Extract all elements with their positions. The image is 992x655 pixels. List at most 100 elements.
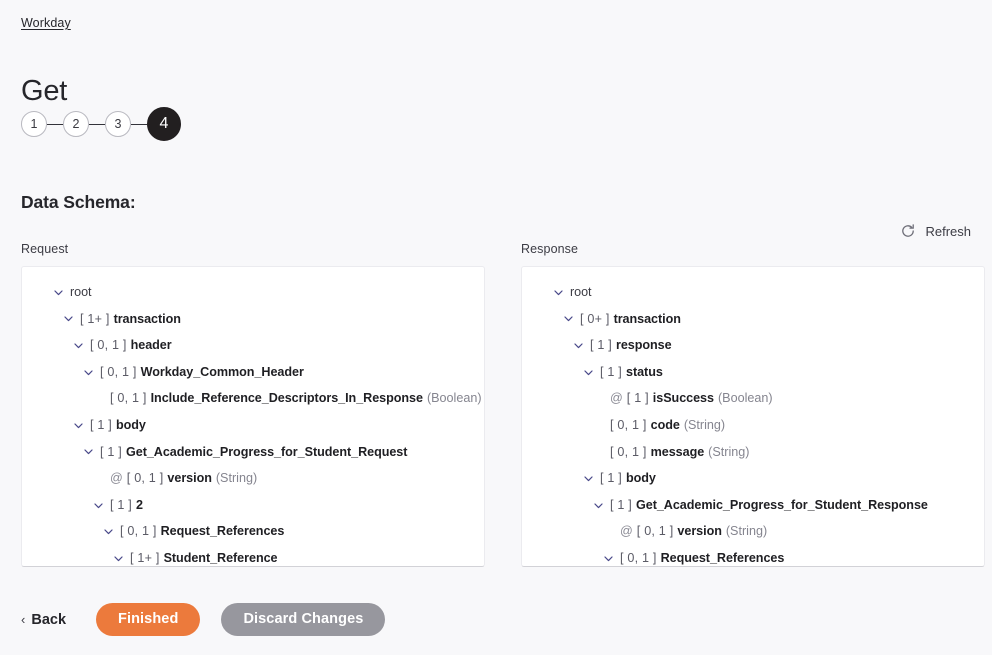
node-cardinality: [ 0, 1 ] xyxy=(610,444,647,459)
chevron-down-icon[interactable] xyxy=(112,552,125,565)
node-name: transaction xyxy=(113,311,181,326)
attribute-marker-icon: @ xyxy=(610,391,623,406)
node-cardinality: [ 1 ] xyxy=(610,497,632,512)
panel-request: Request root[ 1+ ] transaction[ 0, 1 ] head… xyxy=(21,242,485,567)
chevron-down-icon[interactable] xyxy=(92,499,105,512)
step-3[interactable]: 3 xyxy=(105,111,131,137)
node-name: 2 xyxy=(136,497,143,512)
node-cardinality: [ 0, 1 ] xyxy=(620,550,657,565)
tree-request[interactable]: root[ 1+ ] transaction[ 0, 1 ] header[ 0, … xyxy=(21,266,485,567)
tree-node[interactable]: [ 1 ] Get_Academic_Progress_for_Student_R… xyxy=(22,439,484,466)
twisty-placeholder xyxy=(592,419,605,432)
node-name: isSuccess xyxy=(652,391,714,406)
chevron-down-icon[interactable] xyxy=(72,339,85,352)
node-name: message xyxy=(650,444,705,459)
tree-node[interactable]: [ 0, 1 ] Workday_Common_Header xyxy=(22,359,484,386)
tree-node[interactable]: [ 0, 1 ] message (String) xyxy=(522,439,984,466)
node-cardinality: [ 1 ] xyxy=(90,417,112,432)
step-connector xyxy=(47,123,63,125)
tree-node[interactable]: [ 1+ ] transaction xyxy=(22,306,484,333)
node-name: Request_References xyxy=(160,524,285,539)
node-name: root xyxy=(70,285,92,299)
node-cardinality: [ 1 ] xyxy=(600,364,622,379)
twisty-placeholder xyxy=(592,445,605,458)
chevron-down-icon[interactable] xyxy=(102,525,115,538)
tree-node[interactable]: root xyxy=(522,279,984,306)
step-4[interactable]: 4 xyxy=(147,107,181,141)
node-cardinality: [ 0, 1 ] xyxy=(90,338,127,353)
page-title: Get xyxy=(21,75,68,108)
node-cardinality: [ 0, 1 ] xyxy=(610,417,647,432)
node-name: Request_References xyxy=(660,550,785,565)
node-cardinality: [ 1 ] xyxy=(626,391,649,406)
chevron-down-icon[interactable] xyxy=(592,499,605,512)
tree-node[interactable]: [ 0, 1 ] Request_References xyxy=(522,545,984,566)
schema-panels: Request root[ 1+ ] transaction[ 0, 1 ] head… xyxy=(21,242,985,567)
breadcrumb-workday[interactable]: Workday xyxy=(21,16,71,30)
chevron-down-icon[interactable] xyxy=(552,286,565,299)
chevron-left-icon: ‹ xyxy=(21,612,26,627)
finished-button[interactable]: Finished xyxy=(96,603,201,636)
chevron-down-icon[interactable] xyxy=(582,366,595,379)
node-name: Workday_Common_Header xyxy=(140,364,304,379)
node-cardinality: [ 0, 1 ] xyxy=(120,524,157,539)
node-name: transaction xyxy=(613,311,681,326)
tree-node[interactable]: [ 0, 1 ] header xyxy=(22,332,484,359)
tree-node[interactable]: [ 1 ] body xyxy=(522,465,984,492)
tree-node[interactable]: [ 0+ ] transaction xyxy=(522,306,984,333)
discard-changes-button[interactable]: Discard Changes xyxy=(221,603,386,636)
chevron-down-icon[interactable] xyxy=(82,445,95,458)
chevron-down-icon[interactable] xyxy=(82,366,95,379)
node-type: (Boolean) xyxy=(717,391,773,406)
back-button[interactable]: ‹ Back xyxy=(21,612,66,628)
node-name: Include_Reference_Descriptors_In_Respons… xyxy=(150,391,423,406)
refresh-icon xyxy=(900,223,916,239)
node-cardinality: [ 1 ] xyxy=(600,471,622,486)
tree-node[interactable]: [ 1 ] status xyxy=(522,359,984,386)
tree-node[interactable]: root xyxy=(22,279,484,306)
chevron-down-icon[interactable] xyxy=(52,286,65,299)
node-cardinality: [ 0+ ] xyxy=(580,311,610,326)
tree-node[interactable]: [ 1 ] response xyxy=(522,332,984,359)
node-name: Get_Academic_Progress_for_Student_Respon… xyxy=(636,497,928,512)
node-name: body xyxy=(626,471,656,486)
tree-node[interactable]: [ 0, 1 ] Include_Reference_Descriptors_In… xyxy=(22,385,484,412)
node-type: (String) xyxy=(725,524,768,539)
twisty-placeholder xyxy=(602,525,615,538)
tree-node[interactable]: [ 1+ ] Student_Reference xyxy=(22,545,484,566)
tree-response[interactable]: root[ 0+ ] transaction[ 1 ] response[ 1 ] s… xyxy=(521,266,985,567)
chevron-down-icon[interactable] xyxy=(72,419,85,432)
tree-node[interactable]: [ 1 ] 2 xyxy=(22,492,484,519)
node-cardinality: [ 0, 1 ] xyxy=(110,391,147,406)
node-name: Get_Academic_Progress_for_Student_Reques… xyxy=(126,444,408,459)
tree-node[interactable]: @[ 1 ] isSuccess (Boolean) xyxy=(522,385,984,412)
tree-node[interactable]: @[ 0, 1 ] version (String) xyxy=(22,465,484,492)
step-1[interactable]: 1 xyxy=(21,111,47,137)
attribute-marker-icon: @ xyxy=(620,524,633,539)
twisty-placeholder xyxy=(592,392,605,405)
refresh-button[interactable]: Refresh xyxy=(900,223,971,239)
node-type: (String) xyxy=(215,471,258,486)
step-indicator: 1234 xyxy=(21,107,181,141)
attribute-marker-icon: @ xyxy=(110,471,123,486)
node-cardinality: [ 0, 1 ] xyxy=(126,471,164,486)
node-name: body xyxy=(116,417,146,432)
tree-node[interactable]: @[ 0, 1 ] version (String) xyxy=(522,518,984,545)
tree-node[interactable]: [ 1 ] Get_Academic_Progress_for_Student_R… xyxy=(522,492,984,519)
node-name: header xyxy=(130,338,172,353)
chevron-down-icon[interactable] xyxy=(602,552,615,565)
tree-node[interactable]: [ 1 ] body xyxy=(22,412,484,439)
chevron-down-icon[interactable] xyxy=(62,312,75,325)
tree-node[interactable]: [ 0, 1 ] code (String) xyxy=(522,412,984,439)
chevron-down-icon[interactable] xyxy=(572,339,585,352)
panel-response: Response root[ 0+ ] transaction[ 1 ] respon… xyxy=(521,242,985,567)
chevron-down-icon[interactable] xyxy=(562,312,575,325)
chevron-down-icon[interactable] xyxy=(582,472,595,485)
tree-node[interactable]: [ 0, 1 ] Request_References xyxy=(22,518,484,545)
node-name: Student_Reference xyxy=(163,550,278,565)
node-cardinality: [ 1 ] xyxy=(100,444,122,459)
node-cardinality: [ 1 ] xyxy=(110,497,132,512)
panel-label-request: Request xyxy=(21,242,69,256)
node-name: version xyxy=(167,471,212,486)
step-2[interactable]: 2 xyxy=(63,111,89,137)
